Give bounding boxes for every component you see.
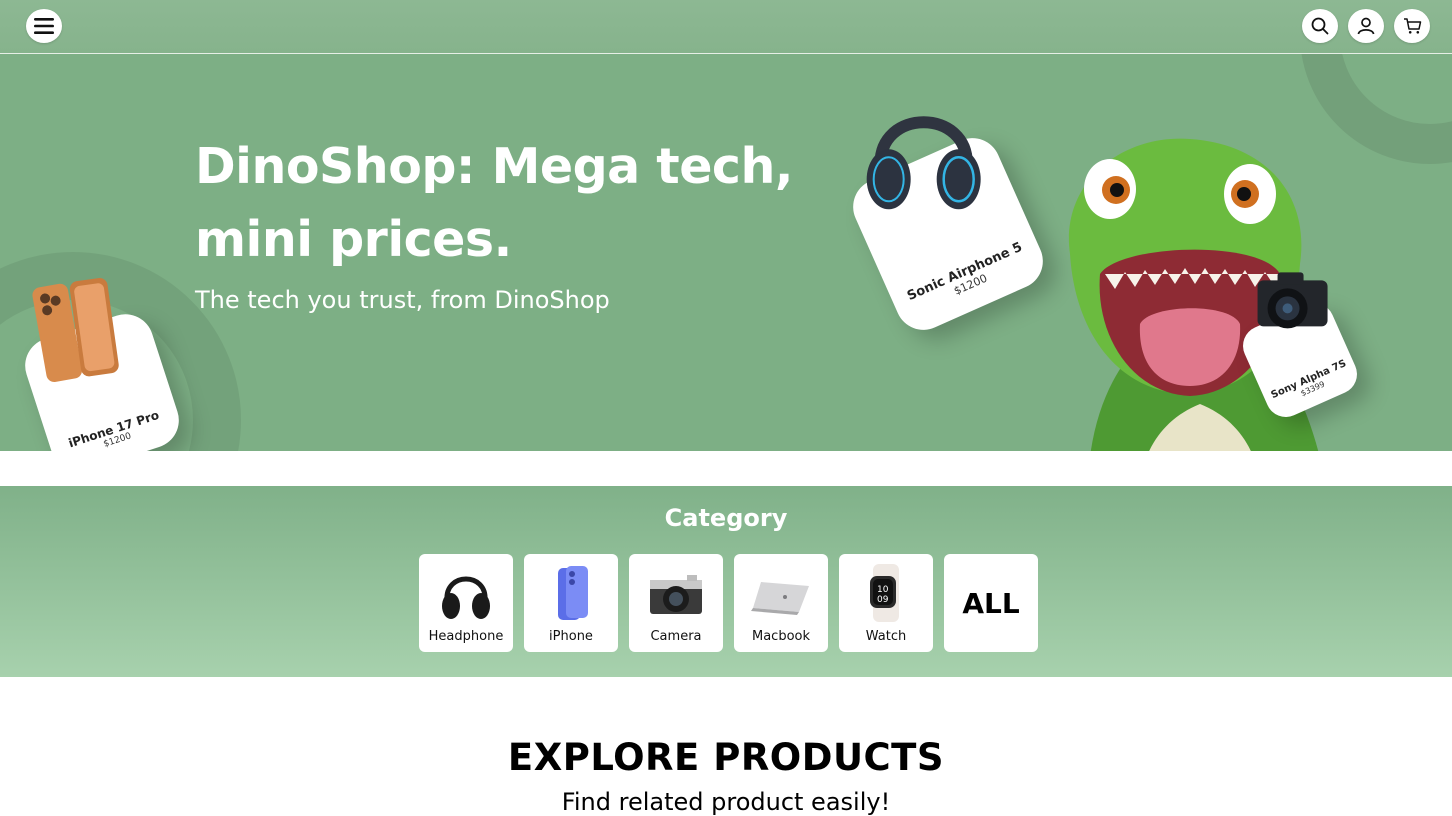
headphone-image [866,116,981,210]
hero-subtitle: The tech you trust, from DinoShop [195,286,610,314]
iphone-icon [558,566,588,620]
category-label: Camera [650,629,702,644]
category-card-camera[interactable]: Camera [629,554,723,652]
hamburger-menu-icon [34,18,54,34]
category-card-watch[interactable]: 10 09 Watch [839,554,933,652]
featured-product-name: Sonic Airphone 5 [905,239,1025,305]
category-label: Headphone [428,629,504,644]
headphone-icon [442,576,490,619]
category-list: Headphone iPhone Camera Macbook 10 09 Wa… [419,554,1038,652]
category-card-all[interactable]: ALL [944,554,1038,652]
macbook-icon [751,582,809,615]
account-button[interactable] [1348,9,1384,43]
category-label: Macbook [751,629,811,644]
category-title: Category [664,504,788,532]
category-card-macbook[interactable]: Macbook [734,554,828,652]
explore-subtitle: Find related product easily! [561,788,891,816]
hero-banner: DinoShop: Mega tech, mini prices. The te… [0,54,1452,451]
category-label: ALL [962,586,1020,620]
featured-product-card[interactable]: Sonic Airphone 5 $1200 [844,116,1052,339]
svg-text:10: 10 [877,585,889,595]
category-label: iPhone [549,629,593,644]
hero-title-line: DinoShop: Mega tech, [195,138,793,195]
category-section: Category Headphone iPhone Camera Macbook… [0,486,1452,677]
hero-title-line: mini prices. [195,211,512,268]
top-navigation-bar [0,0,1452,54]
camera-image [1257,272,1328,329]
explore-title: EXPLORE PRODUCTS [507,736,945,779]
user-icon [1357,17,1375,35]
category-card-iphone[interactable]: iPhone [524,554,618,652]
watch-icon: 10 09 [870,564,899,622]
cart-button[interactable] [1394,9,1430,43]
category-card-headphone[interactable]: Headphone [419,554,513,652]
search-icon [1311,17,1329,35]
hero-title: DinoShop: Mega tech, mini prices. [195,130,835,276]
camera-icon [650,575,702,614]
section-divider [0,451,1452,486]
category-label: Watch [865,629,907,644]
cart-icon [1403,18,1421,34]
search-button[interactable] [1302,9,1338,43]
menu-button[interactable] [26,9,62,43]
svg-text:09: 09 [877,595,889,605]
